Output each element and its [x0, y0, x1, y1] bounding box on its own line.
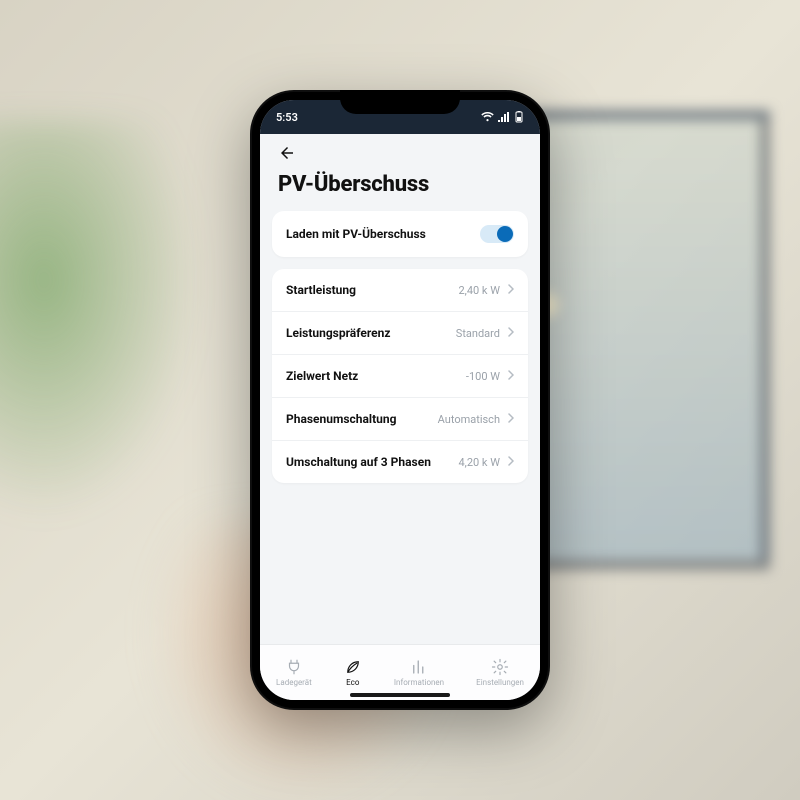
chevron-right-icon: [508, 413, 514, 426]
tab-informationen[interactable]: Informationen: [394, 658, 444, 687]
notch: [340, 90, 460, 114]
signal-icon: [498, 112, 510, 122]
setting-value: Automatisch: [438, 413, 500, 426]
settings-card: Startleistung 2,40 k W Leistungspräferen…: [272, 269, 528, 483]
setting-value: Standard: [456, 327, 500, 340]
tab-bar: Ladegerät Eco Informationen Einstellunge…: [260, 644, 540, 700]
tab-ladegeraet[interactable]: Ladegerät: [276, 658, 312, 687]
gear-icon: [491, 658, 509, 676]
tab-label: Eco: [346, 678, 359, 687]
toggle-label: Laden mit PV-Überschuss: [286, 227, 426, 241]
setting-label: Leistungspräferenz: [286, 326, 390, 340]
status-time: 5:53: [276, 111, 298, 124]
setting-label: Phasenumschaltung: [286, 412, 396, 426]
battery-icon: [514, 111, 524, 123]
phone-frame: 5:53 PV-Überschuss: [250, 90, 550, 710]
content: Laden mit PV-Überschuss Startleistung 2,…: [260, 211, 540, 644]
toggle-card: Laden mit PV-Überschuss: [272, 211, 528, 257]
leaf-icon: [344, 658, 362, 676]
page-title: PV-Überschuss: [278, 172, 522, 197]
setting-row-umschaltung-3-phasen[interactable]: Umschaltung auf 3 Phasen 4,20 k W: [272, 440, 528, 483]
setting-label: Startleistung: [286, 283, 356, 297]
tab-label: Informationen: [394, 678, 444, 687]
toggle-row[interactable]: Laden mit PV-Überschuss: [272, 211, 528, 257]
page-header: PV-Überschuss: [260, 134, 540, 211]
setting-row-phasenumschaltung[interactable]: Phasenumschaltung Automatisch: [272, 397, 528, 440]
setting-value: 2,40 k W: [458, 284, 500, 297]
tab-eco[interactable]: Eco: [344, 658, 362, 687]
setting-row-zielwert-netz[interactable]: Zielwert Netz -100 W: [272, 354, 528, 397]
setting-label: Umschaltung auf 3 Phasen: [286, 455, 431, 469]
tab-label: Einstellungen: [476, 678, 524, 687]
wifi-icon: [481, 112, 494, 122]
back-icon[interactable]: [278, 144, 296, 166]
chevron-right-icon: [508, 327, 514, 340]
bar-chart-icon: [410, 658, 428, 676]
tab-label: Ladegerät: [276, 678, 312, 687]
setting-row-leistungspraeferenz[interactable]: Leistungspräferenz Standard: [272, 311, 528, 354]
chevron-right-icon: [508, 284, 514, 297]
setting-row-startleistung[interactable]: Startleistung 2,40 k W: [272, 269, 528, 311]
chevron-right-icon: [508, 456, 514, 469]
setting-value: 4,20 k W: [458, 456, 500, 469]
screen: 5:53 PV-Überschuss: [260, 100, 540, 700]
tab-einstellungen[interactable]: Einstellungen: [476, 658, 524, 687]
toggle-switch[interactable]: [480, 225, 514, 243]
home-indicator[interactable]: [350, 693, 450, 697]
chevron-right-icon: [508, 370, 514, 383]
setting-label: Zielwert Netz: [286, 369, 358, 383]
setting-value: -100 W: [466, 370, 500, 383]
plug-icon: [285, 658, 303, 676]
